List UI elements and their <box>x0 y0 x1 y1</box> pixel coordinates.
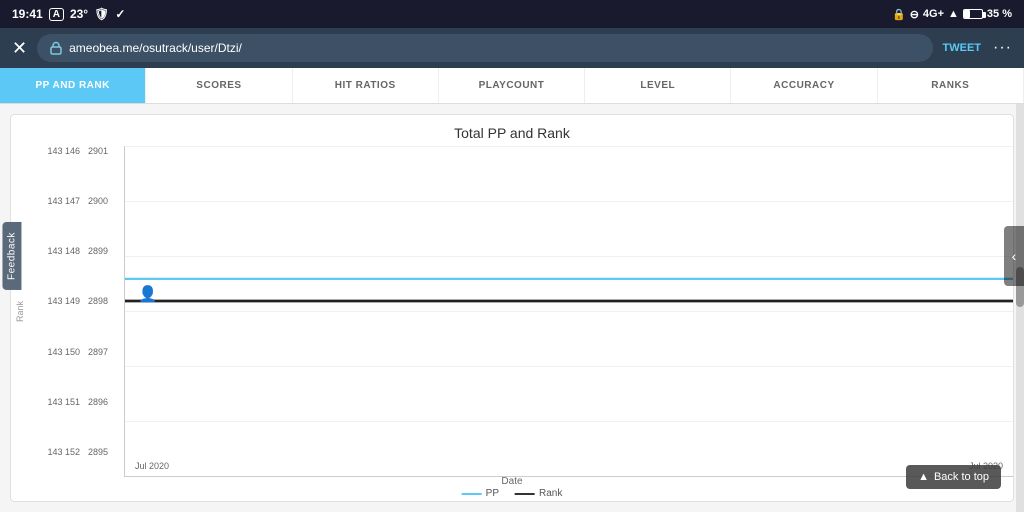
url-bar: ✕ ameobea.me/osutrack/user/Dtzi/ TWEET ·… <box>0 28 1024 68</box>
tab-level[interactable]: LEVEL <box>585 68 731 103</box>
temperature: 23° <box>70 7 88 21</box>
lock-status-icon: 🔒 <box>892 8 906 21</box>
tab-ranks[interactable]: RANKS <box>878 68 1024 103</box>
pp-legend-line <box>462 493 482 495</box>
date-label: Date <box>501 476 522 487</box>
rank-label-5: 2896 <box>88 397 120 407</box>
notif-icon-a: A <box>49 8 64 21</box>
pp-label-0: 143 146 <box>37 146 80 156</box>
legend-rank: Rank <box>515 488 562 499</box>
status-left: 19:41 A 23° 🛡 ✓ <box>12 7 125 21</box>
battery-icon <box>963 9 983 19</box>
rank-legend-line <box>515 493 535 495</box>
tab-accuracy[interactable]: ACCURACY <box>731 68 877 103</box>
tweet-button[interactable]: TWEET <box>943 42 982 54</box>
pp-legend-label: PP <box>486 488 499 499</box>
pp-label-2: 143 148 <box>37 246 80 256</box>
lock-icon <box>49 41 63 55</box>
nav-tabs: PP AND RANK SCORES HIT RATIOS PLAYCOUNT … <box>0 68 1024 104</box>
legend-pp: PP <box>462 488 499 499</box>
time: 19:41 <box>12 7 43 21</box>
main-content: Total PP and Rank Rank 143 146 143 147 1… <box>0 104 1024 512</box>
tab-scores[interactable]: SCORES <box>146 68 292 103</box>
shield-icon: 🛡 <box>94 7 109 21</box>
tab-pp-and-rank[interactable]: PP AND RANK <box>0 68 146 103</box>
rank-label-3: 2898 <box>88 296 120 306</box>
pp-label-6: 143 152 <box>37 447 80 457</box>
pp-label-1: 143 147 <box>37 196 80 206</box>
chart-svg: 👤 <box>125 146 1013 456</box>
status-bar: 19:41 A 23° 🛡 ✓ 🔒 ⊖ 4G+ ▲ 35 % <box>0 0 1024 28</box>
back-to-top-label: Back to top <box>934 471 989 483</box>
rank-legend-label: Rank <box>539 488 562 499</box>
status-right: 🔒 ⊖ 4G+ ▲ 35 % <box>892 8 1012 21</box>
scrollbar-track[interactable] <box>1016 104 1024 512</box>
tab-playcount[interactable]: PLAYCOUNT <box>439 68 585 103</box>
chart-container: Total PP and Rank Rank 143 146 143 147 1… <box>10 114 1014 502</box>
back-to-top-arrow: ▲ <box>918 471 929 483</box>
chart-area: Rank 143 146 143 147 143 148 143 149 143… <box>11 146 1013 477</box>
chart-plot: 👤 Jul 2020 Jul 2020 <box>124 146 1013 477</box>
right-arrow-button[interactable]: ‹ <box>1004 226 1024 286</box>
chart-title: Total PP and Rank <box>11 115 1013 146</box>
close-tab-button[interactable]: ✕ <box>12 38 27 59</box>
svg-text:👤: 👤 <box>138 284 157 303</box>
rank-label-6: 2895 <box>88 447 120 457</box>
rank-label-1: 2900 <box>88 196 120 206</box>
rank-axis-label: Rank <box>15 301 25 322</box>
feedback-tab[interactable]: Feedback <box>2 222 21 290</box>
legend: PP Rank <box>462 488 563 499</box>
signal-icon: ⊖ <box>910 8 919 21</box>
rank-label-4: 2897 <box>88 347 120 357</box>
network-type: 4G+ <box>923 8 944 20</box>
pp-label-5: 143 151 <box>37 397 80 407</box>
x-axis-labels: Jul 2020 Jul 2020 <box>125 456 1013 476</box>
rank-label-0: 2901 <box>88 146 120 156</box>
y-axis-pp: 143 146 143 147 143 148 143 149 143 150 … <box>29 146 84 477</box>
tab-hit-ratios[interactable]: HIT RATIOS <box>293 68 439 103</box>
back-to-top-button[interactable]: ▲ Back to top <box>906 465 1001 489</box>
wifi-icon: ▲ <box>948 8 959 20</box>
menu-button[interactable]: ··· <box>993 39 1012 57</box>
x-label-left: Jul 2020 <box>135 461 169 471</box>
rank-label-2: 2899 <box>88 246 120 256</box>
url-field[interactable]: ameobea.me/osutrack/user/Dtzi/ <box>37 34 932 62</box>
check-icon: ✓ <box>115 7 125 21</box>
pp-label-3: 143 149 <box>37 296 80 306</box>
y-axis-rank: 2901 2900 2899 2898 2897 2896 2895 <box>84 146 124 477</box>
url-text[interactable]: ameobea.me/osutrack/user/Dtzi/ <box>69 41 242 55</box>
pp-label-4: 143 150 <box>37 347 80 357</box>
battery-percent: 35 % <box>987 8 1012 20</box>
url-actions: TWEET ··· <box>943 39 1012 57</box>
